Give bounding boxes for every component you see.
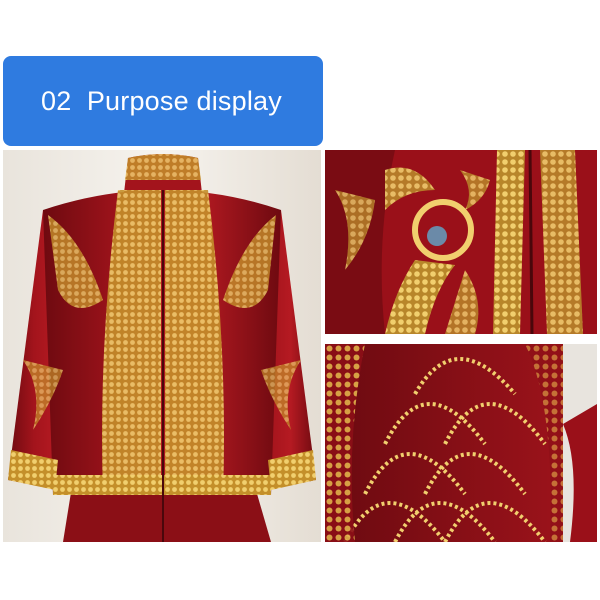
phoenix-embroidery-illustration	[325, 150, 597, 334]
scallop-embroidery-illustration	[325, 344, 597, 542]
section-title: 02 Purpose display	[3, 86, 282, 117]
main-product-photo	[3, 150, 321, 542]
detail-photo-phoenix	[325, 150, 597, 334]
section-banner: 02 Purpose display	[3, 56, 323, 146]
jacket-illustration	[3, 150, 321, 542]
detail-photo-scallops	[325, 344, 597, 542]
section-number: 02	[41, 85, 72, 116]
section-title-text: Purpose display	[86, 85, 282, 116]
